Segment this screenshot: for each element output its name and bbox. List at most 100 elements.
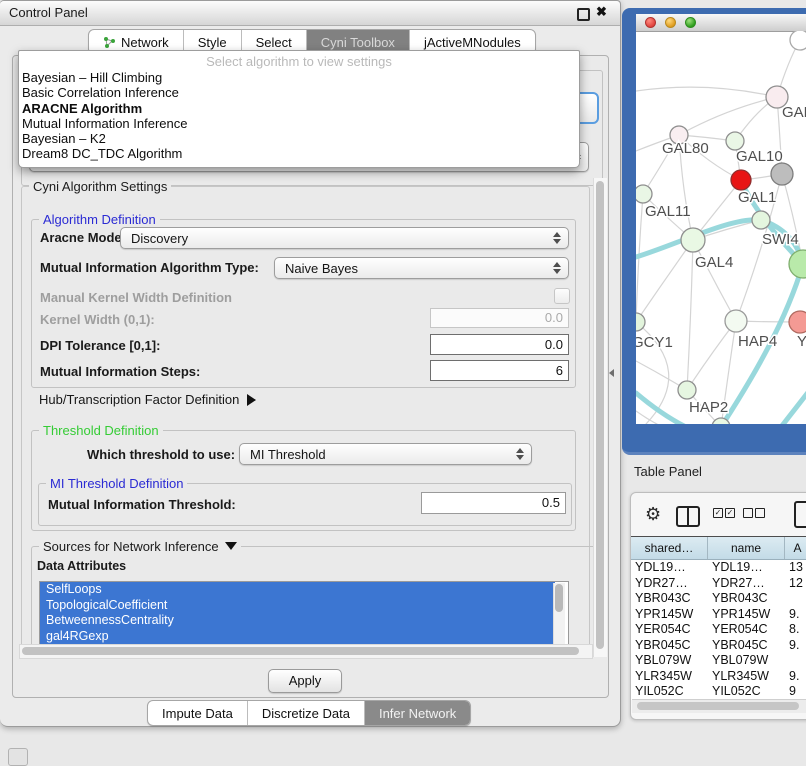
dpi-tolerance-field[interactable]: 0.0 <box>430 334 569 355</box>
checked-box-icon[interactable]: ✓ <box>713 508 723 518</box>
table-cell: YDL19… <box>708 560 785 576</box>
table-cell: YDR27… <box>708 576 785 592</box>
table-row[interactable]: YDL19…YDL19…13 <box>631 560 806 576</box>
group-title: Algorithm Definition <box>39 212 160 227</box>
attribute-item-selfloops[interactable]: SelfLoops <box>40 582 555 598</box>
which-threshold-label: Which threshold to use: <box>87 447 235 462</box>
title-bar[interactable]: Control Panel ✖ <box>0 1 620 26</box>
network-node-hap4[interactable] <box>725 310 747 332</box>
list-scrollbar[interactable] <box>553 583 565 644</box>
table-row[interactable]: YBR043CYBR043C <box>631 591 806 607</box>
table-row[interactable]: YPR145WYPR145W9. <box>631 607 806 623</box>
vertical-scrollbar[interactable] <box>593 178 607 657</box>
aracne-mode-combobox[interactable]: Discovery <box>120 227 569 249</box>
minimize-traffic-light[interactable] <box>665 17 676 28</box>
bottom-tab-impute-data[interactable]: Impute Data <box>148 701 248 725</box>
network-node[interactable] <box>771 163 793 185</box>
network-edge <box>636 87 777 97</box>
algorithm-option-dream8-dc-tdc-algorithm[interactable]: Dream8 DC_TDC Algorithm <box>19 146 579 161</box>
mi-type-value: Naive Bayes <box>285 261 358 276</box>
node-label: GAL4 <box>695 254 733 271</box>
scrollbar-thumb[interactable] <box>637 702 799 710</box>
checked-box-icon[interactable]: ✓ <box>725 508 735 518</box>
network-node-gal4[interactable] <box>681 228 705 252</box>
kernel-width-field[interactable]: 0.0 <box>430 308 569 328</box>
table-row[interactable]: YDR27…YDR27…12 <box>631 576 806 592</box>
which-threshold-value: MI Threshold <box>250 447 326 462</box>
algorithm-option-basic-correlation-inference[interactable]: Basic Correlation Inference <box>19 85 579 100</box>
function-builder-icon[interactable] <box>794 501 806 528</box>
network-node-y[interactable] <box>789 311 806 333</box>
table-body: YDL19…YDL19…13YDR27…YDR27…12YBR043CYBR04… <box>631 560 806 700</box>
combobox-stepper-icon <box>553 262 561 274</box>
hub-definition-disclosure[interactable]: Hub/Transcription Factor Definition <box>39 392 256 407</box>
mi-threshold-field[interactable]: 0.5 <box>421 492 566 514</box>
table-horizontal-scrollbar[interactable] <box>632 699 806 713</box>
network-node-hap2[interactable] <box>678 381 696 399</box>
column-layout-icon[interactable] <box>676 506 700 527</box>
mi-type-combobox[interactable]: Naive Bayes <box>274 257 569 279</box>
mi-steps-field[interactable]: 6 <box>430 360 569 381</box>
group-title: MI Threshold Definition <box>46 476 187 491</box>
table-cell <box>785 591 806 607</box>
hub-definition-label: Hub/Transcription Factor Definition <box>39 392 239 407</box>
network-node[interactable] <box>790 31 806 50</box>
bottom-tab-discretize-data[interactable]: Discretize Data <box>248 701 365 725</box>
algorithm-popup: Select algorithm to view settings Bayesi… <box>18 50 580 168</box>
bottom-tab-infer-network[interactable]: Infer Network <box>365 701 470 725</box>
algorithm-option-bayesian-k2[interactable]: Bayesian – K2 <box>19 131 579 146</box>
network-window-titlebar[interactable] <box>636 14 806 32</box>
manual-kernel-checkbox[interactable] <box>554 288 570 304</box>
column-header-shared[interactable]: shared… <box>631 537 708 559</box>
which-threshold-combobox[interactable]: MI Threshold <box>239 443 532 465</box>
scrollbar-thumb[interactable] <box>596 181 604 649</box>
disclosure-down-icon <box>225 542 237 550</box>
node-label: GAL1 <box>738 189 776 206</box>
tab-label: Discretize Data <box>262 706 350 721</box>
unchecked-box-icon[interactable] <box>755 508 765 518</box>
window-title: Control Panel <box>9 5 88 20</box>
column-header-a[interactable]: A <box>785 537 806 559</box>
node-label: GCY1 <box>636 334 673 351</box>
close-icon[interactable]: ✖ <box>596 4 607 20</box>
network-edge <box>781 386 806 424</box>
table-row[interactable]: YBR045CYBR045C9. <box>631 638 806 654</box>
float-window-icon[interactable] <box>577 8 590 21</box>
table-cell: YBR043C <box>631 591 708 607</box>
panel-splitter-arrow[interactable] <box>609 369 614 377</box>
apply-button[interactable]: Apply <box>268 669 342 693</box>
attribute-item-topologicalcoefficient[interactable]: TopologicalCoefficient <box>40 598 555 614</box>
algorithm-option-mutual-information-inference[interactable]: Mutual Information Inference <box>19 116 579 131</box>
column-header-name[interactable]: name <box>708 537 785 559</box>
gear-icon[interactable]: ⚙ <box>645 504 661 525</box>
network-node-gal11[interactable] <box>636 185 652 203</box>
scrollbar-thumb[interactable] <box>22 647 579 655</box>
sources-disclosure[interactable]: Sources for Network Inference <box>39 539 241 554</box>
network-node-gal1[interactable] <box>731 170 751 190</box>
network-canvas[interactable]: GAL7GAL80GAL10GAL1GAL11SWI4GAL4GCY1HAP4Y… <box>636 31 806 424</box>
table-row[interactable]: YLR345WYLR345W9. <box>631 669 806 685</box>
network-node-swi4[interactable] <box>752 211 770 229</box>
attribute-item-betweennesscentrality[interactable]: BetweennessCentrality <box>40 613 555 629</box>
table-cell: YBR045C <box>631 638 708 654</box>
network-view-inner: GAL7GAL80GAL10GAL1GAL11SWI4GAL4GCY1HAP4Y… <box>636 14 806 424</box>
unchecked-box-icon[interactable] <box>743 508 753 518</box>
close-traffic-light[interactable] <box>645 17 656 28</box>
scrollbar-thumb[interactable] <box>555 584 563 612</box>
node-label: HAP2 <box>689 399 728 416</box>
table-row[interactable]: YER054CYER054C8. <box>631 622 806 638</box>
table-row[interactable]: YIL052CYIL052C9 <box>631 684 806 700</box>
attribute-item-gal4rgexp[interactable]: gal4RGexp <box>40 629 555 645</box>
horizontal-scrollbar[interactable] <box>19 644 593 659</box>
node-label: HAP4 <box>738 333 777 350</box>
zoom-traffic-light[interactable] <box>685 17 696 28</box>
node-label: SWI4 <box>762 231 799 248</box>
table-row[interactable]: YBL079WYBL079W <box>631 653 806 669</box>
table-cell: YLR345W <box>708 669 785 685</box>
collapsed-panel-icon[interactable] <box>8 748 28 766</box>
algorithm-option-aracne-algorithm[interactable]: ARACNE Algorithm <box>19 101 579 116</box>
data-attributes-list[interactable]: SelfLoopsTopologicalCoefficientBetweenne… <box>39 581 569 647</box>
control-panel-window: Control Panel ✖ NetworkStyleSelectCyni T… <box>0 0 621 727</box>
algorithm-option-bayesian-hill-climbing[interactable]: Bayesian – Hill Climbing <box>19 70 579 85</box>
bottom-tabs: Impute Data Discretize Data Infer Network <box>147 700 471 726</box>
